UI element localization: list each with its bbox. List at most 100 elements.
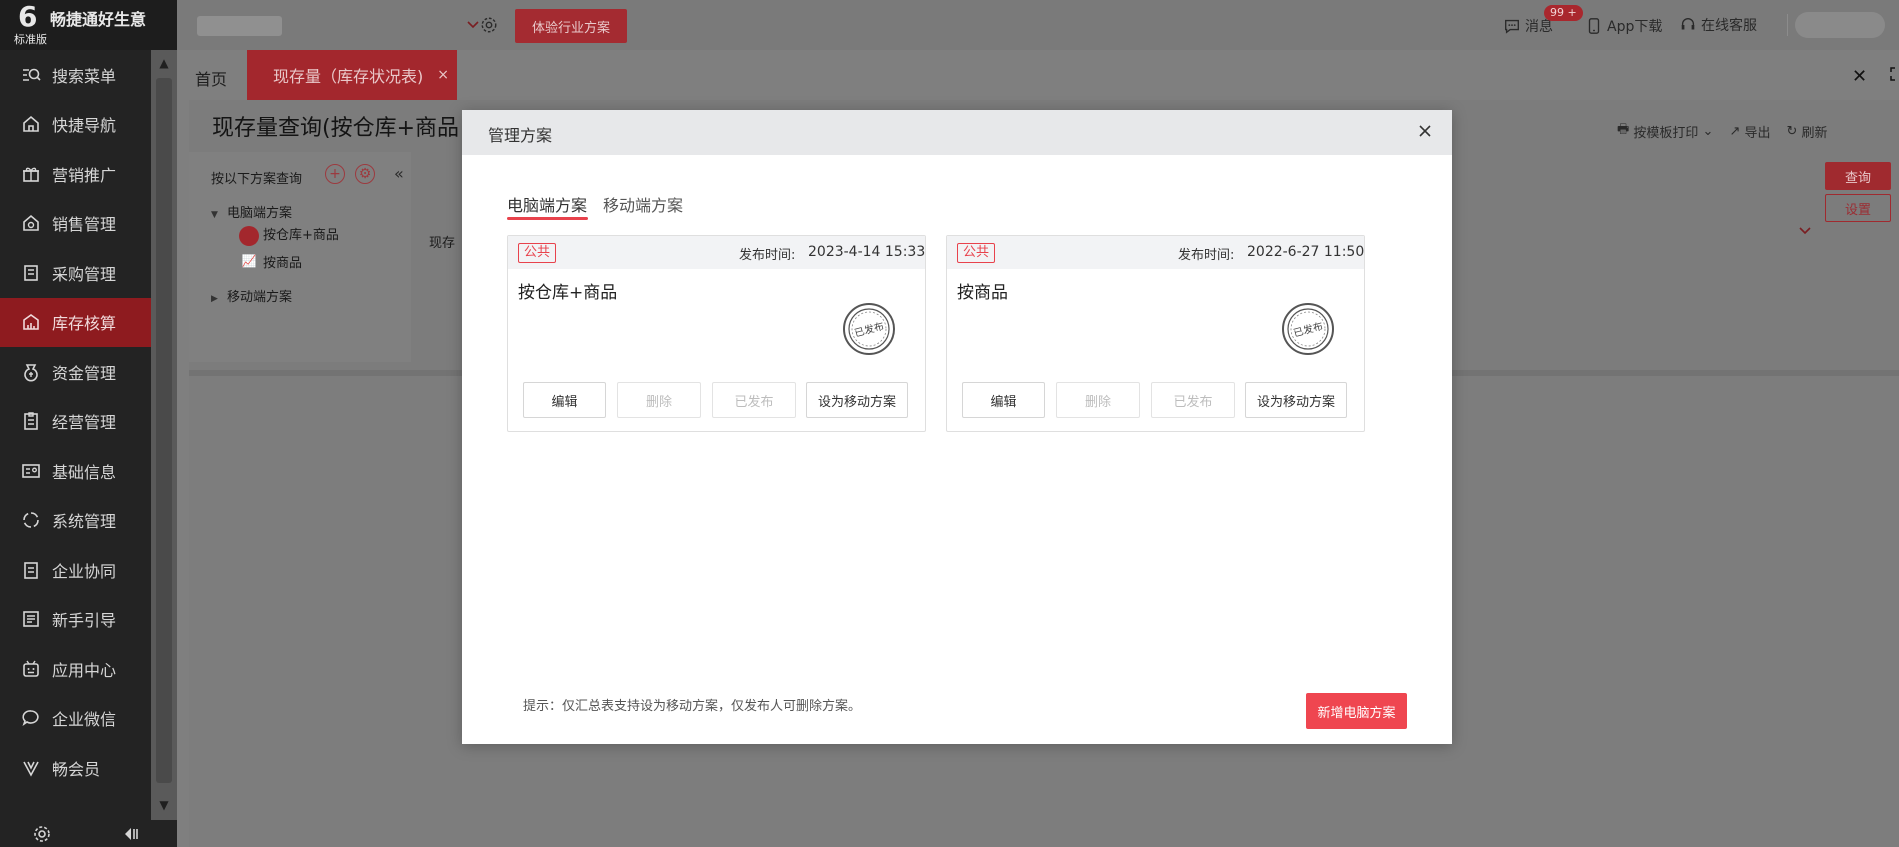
settings-gear-icon[interactable] [32, 824, 52, 844]
refresh-button[interactable]: ↻ 刷新 [1787, 120, 1828, 142]
tree-item-goods[interactable]: 📈 按商品 [239, 252, 303, 274]
published-button[interactable]: 已发布 [712, 382, 796, 418]
export-label: 导出 [1744, 125, 1771, 141]
svg-text:已发布: 已发布 [853, 319, 885, 339]
sidebar-item-label: 搜索菜单 [52, 66, 117, 86]
published-button[interactable]: 已发布 [1151, 382, 1235, 418]
print-label: 按模板打印 [1633, 125, 1699, 141]
scheme-settings-icon[interactable]: ⚙ [355, 164, 375, 184]
scheme-actions: + ⚙ [325, 164, 375, 184]
sidebar-item-quick-nav[interactable]: 快捷导航 [0, 100, 151, 150]
sidebar-item-vip[interactable]: 畅会员 [0, 743, 151, 793]
message-count-badge: 99 + [1544, 5, 1583, 21]
page-tab-bar: 首页 现存量（库存状况表) × ✕ [177, 50, 1899, 100]
sidebar-item-collab[interactable]: 企业协同 [0, 545, 151, 595]
sidebar-item-guide[interactable]: 新手引导 [0, 595, 151, 645]
tree-group-label: 电脑端方案 [227, 206, 293, 221]
sidebar-item-label: 系统管理 [52, 512, 117, 532]
close-icon[interactable] [1416, 122, 1434, 140]
edit-button[interactable]: 编辑 [523, 382, 606, 418]
tree-group-pc[interactable]: ▼ 电脑端方案 [211, 202, 292, 221]
scheme-card: 公共 发布时间: 2023-4-14 15:33 按仓库+商品 已发布 编辑 删… [507, 235, 926, 432]
cart-icon [20, 262, 42, 284]
tab-close-icon[interactable]: × [437, 67, 449, 83]
scheme-card-header: 公共 发布时间: 2023-4-14 15:33 [508, 236, 925, 269]
headset-icon [1681, 18, 1695, 30]
tab-mobile-schemes[interactable]: 移动端方案 [603, 192, 683, 216]
sidebar-item-funds[interactable]: 资金管理 [0, 347, 151, 397]
sidebar-item-wecom[interactable]: 企业微信 [0, 694, 151, 744]
delete-button[interactable]: 删除 [617, 382, 701, 418]
sidebar-item-label: 经营管理 [52, 413, 117, 433]
sidebar-item-inventory[interactable]: 库存核算 [0, 297, 151, 347]
sidebar-item-basic-info[interactable]: 基础信息 [0, 446, 151, 496]
robot-icon [20, 658, 42, 680]
app-name: 畅捷通好生意 [50, 10, 147, 29]
sidebar-item-label: 企业微信 [52, 710, 117, 730]
tree-item-warehouse-goods[interactable]: 按仓库+商品 [239, 224, 339, 246]
app-download-link[interactable]: App下载 [1585, 16, 1662, 36]
user-avatar-redacted[interactable] [1795, 12, 1885, 38]
try-industry-button[interactable]: 体验行业方案 [515, 9, 627, 43]
tree-item-label: 按商品 [263, 256, 303, 271]
fullscreen-icon[interactable] [1889, 66, 1899, 82]
set-mobile-button[interactable]: 设为移动方案 [806, 382, 908, 418]
add-scheme-icon[interactable]: + [325, 164, 345, 184]
clipboard-icon [20, 410, 42, 432]
page-title: 现存量查询(按仓库+商品 [212, 116, 460, 141]
sidebar-item-label: 企业协同 [52, 561, 117, 581]
tree-group-mobile[interactable]: ▶ 移动端方案 [211, 286, 292, 305]
delete-button[interactable]: 删除 [1056, 382, 1140, 418]
add-pc-scheme-button[interactable]: 新增电脑方案 [1306, 693, 1407, 729]
account-selector[interactable] [197, 14, 479, 38]
publish-time-label: 发布时间: [739, 248, 796, 263]
export-button[interactable]: ↗ 导出 [1729, 120, 1770, 142]
chevron-down-icon[interactable] [465, 16, 481, 32]
sidebar-item-label: 采购管理 [52, 264, 117, 284]
gift-icon [20, 163, 42, 185]
refresh-label: 刷新 [1801, 125, 1828, 141]
print-template-button[interactable]: 🖶 按模板打印 ⌄ [1617, 120, 1713, 142]
sidebar-item-app-center[interactable]: 应用中心 [0, 644, 151, 694]
scroll-up-icon[interactable]: ▲ [151, 50, 177, 76]
tab-pc-schemes[interactable]: 电脑端方案 [507, 192, 587, 216]
sidebar-item-search-menu[interactable]: 搜索菜单 [0, 50, 151, 100]
public-tag: 公共 [957, 243, 996, 263]
set-mobile-button[interactable]: 设为移动方案 [1245, 382, 1347, 418]
published-stamp-icon: 已发布 [1282, 303, 1334, 355]
gear-icon[interactable] [480, 16, 498, 34]
sidebar-item-purchase[interactable]: 采购管理 [0, 248, 151, 298]
tab-inventory-status[interactable]: 现存量（库存状况表) × [247, 50, 457, 100]
account-name-redacted [197, 16, 282, 36]
messages-link[interactable]: 消息 [1503, 16, 1553, 36]
sidebar-item-label: 应用中心 [52, 660, 117, 680]
online-service-link[interactable]: 在线客服 [1679, 15, 1757, 35]
close-all-tabs-icon[interactable]: ✕ [1852, 66, 1867, 87]
collapse-panel-icon[interactable]: « [394, 164, 404, 183]
scroll-down-icon[interactable]: ▼ [151, 792, 177, 818]
guide-icon [20, 608, 42, 630]
tab-home[interactable]: 首页 [195, 66, 227, 90]
sidebar-item-sales[interactable]: 销售管理 [0, 199, 151, 249]
setting-button[interactable]: 设置 [1825, 194, 1891, 222]
chart-icon: 📈 [241, 253, 257, 268]
tree-group-label: 移动端方案 [227, 290, 293, 305]
dialog-title: 管理方案 [488, 126, 553, 145]
publish-time-value: 2022-6-27 11:50 [1247, 244, 1365, 260]
sidebar-collapse-icon[interactable] [122, 824, 142, 844]
vip-icon [20, 757, 42, 779]
sidebar-item-label: 库存核算 [52, 314, 117, 334]
sidebar-item-marketing[interactable]: 营销推广 [0, 149, 151, 199]
sidebar: 6 畅捷通好生意 标准版 搜索菜单 快捷导航 营销推广 销售管理 采购管理 库存… [0, 0, 177, 847]
chevron-down-icon[interactable] [1797, 222, 1813, 238]
app-logo: 6 畅捷通好生意 标准版 [0, 0, 177, 50]
query-button[interactable]: 查询 [1825, 162, 1891, 190]
sidebar-scroll-thumb[interactable] [156, 78, 172, 783]
sidebar-item-label: 新手引导 [52, 611, 117, 631]
caret-down-icon: ▼ [211, 210, 218, 220]
sidebar-item-operations[interactable]: 经营管理 [0, 397, 151, 447]
edit-button[interactable]: 编辑 [962, 382, 1045, 418]
sidebar-item-system[interactable]: 系统管理 [0, 496, 151, 546]
scheme-panel-title: 按以下方案查询 [211, 172, 303, 187]
sales-icon [20, 212, 42, 234]
